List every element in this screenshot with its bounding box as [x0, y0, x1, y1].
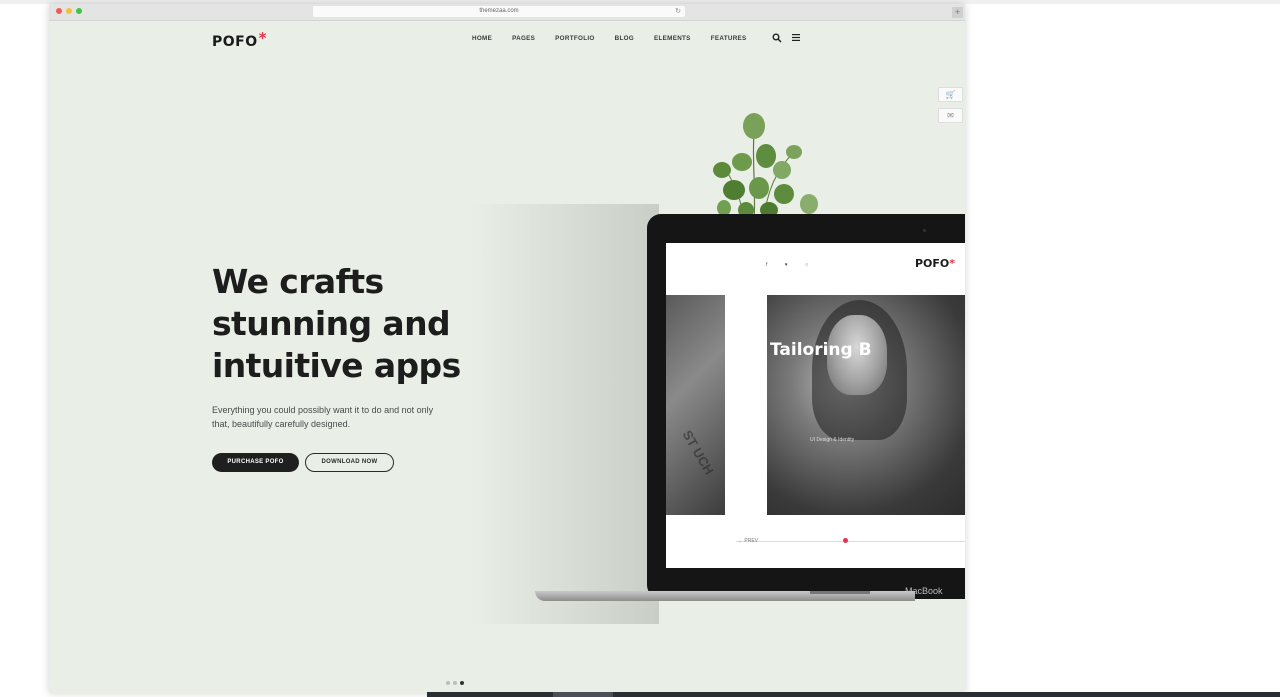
purchase-button[interactable]: PURCHASE POFO — [212, 453, 299, 472]
screen-panel-subtitle: UI Design & Identity — [810, 437, 855, 443]
slider-dot-1[interactable] — [446, 681, 450, 685]
screen-panel-title: Tailoring B — [770, 340, 872, 360]
screen-logo-text: POFO — [915, 257, 950, 270]
cart-icon[interactable]: 🛒 — [938, 87, 963, 102]
plant-image — [713, 113, 818, 220]
minimize-window-button[interactable] — [66, 8, 72, 14]
site-logo-text: POFO — [212, 34, 258, 50]
laptop-shadow — [469, 204, 659, 624]
screen-prev-label: ← PREV — [738, 538, 759, 544]
screen-progress-dot — [843, 538, 848, 543]
nav-elements[interactable]: ELEMENTS — [654, 35, 691, 42]
nav-portfolio[interactable]: PORTFOLIO — [555, 35, 594, 42]
nav-pages[interactable]: PAGES — [512, 35, 535, 42]
camera-dot — [923, 229, 926, 232]
screen-logo-star-icon: * — [949, 257, 956, 270]
nav-features[interactable]: FEATURES — [711, 35, 747, 42]
slider-dot-3[interactable] — [460, 681, 464, 685]
new-tab-button[interactable]: + — [952, 7, 963, 18]
logo-star-icon: * — [258, 29, 267, 47]
hero-headline: We crafts stunning and intuitive apps — [212, 262, 461, 385]
hero-subtext: Everything you could possibly want it to… — [212, 405, 434, 429]
screen-logo: POFO* — [915, 257, 955, 270]
screen-panel-photo — [767, 295, 965, 515]
close-window-button[interactable] — [56, 8, 62, 14]
maximize-window-button[interactable] — [76, 8, 82, 14]
video-progress-segment — [553, 692, 613, 697]
screen-panel-left: ST UCH — [666, 295, 725, 515]
laptop-base-notch — [810, 591, 870, 594]
address-bar-url: themezaa.com — [479, 8, 519, 14]
nav-blog[interactable]: BLOG — [615, 35, 634, 42]
menu-icon[interactable] — [792, 34, 800, 41]
laptop-screen: f ♥ ○ POFO* ST UCH Tailoring B UI Design… — [666, 243, 965, 568]
nav-home[interactable]: HOME — [472, 35, 492, 42]
slider-pagination — [446, 681, 464, 685]
browser-window: themezaa.com ↻ + POFO* HOME PAGES PORTFO… — [49, 4, 965, 693]
slider-dot-2[interactable] — [453, 681, 457, 685]
site-logo[interactable]: POFO* — [212, 29, 267, 50]
download-button[interactable]: DOWNLOAD NOW — [305, 453, 394, 472]
browser-titlebar: themezaa.com ↻ + — [49, 4, 965, 21]
mail-icon[interactable]: ✉ — [938, 108, 963, 123]
reload-icon[interactable]: ↻ — [675, 6, 681, 17]
main-nav: HOME PAGES PORTFOLIO BLOG ELEMENTS FEATU… — [472, 35, 767, 42]
laptop-image: f ♥ ○ POFO* ST UCH Tailoring B UI Design… — [647, 214, 965, 599]
address-bar[interactable]: themezaa.com ↻ — [313, 6, 685, 17]
screen-social-icons: f ♥ ○ — [766, 262, 817, 268]
search-icon[interactable] — [772, 33, 782, 43]
screen-panel-left-text: ST UCH — [679, 427, 717, 478]
screen-progress-line — [736, 541, 965, 542]
